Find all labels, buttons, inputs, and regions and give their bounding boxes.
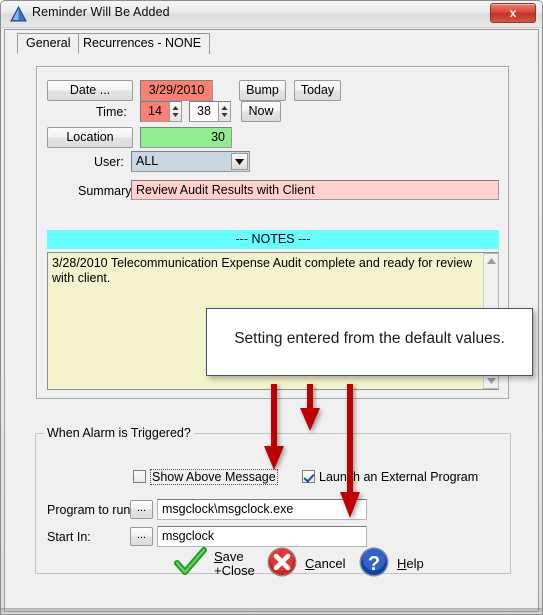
blue-question-circle-icon: ? <box>358 546 390 583</box>
red-x-circle-icon <box>266 546 298 583</box>
page-bottom-shadow <box>1 608 542 614</box>
summary-field[interactable]: Review Audit Results with Client <box>131 180 499 200</box>
user-dropdown-value: ALL <box>136 154 159 168</box>
user-label: User: <box>94 155 124 169</box>
cancel-rest: ancel <box>314 556 346 571</box>
program-to-run-label: Program to run: <box>47 503 134 517</box>
title-bar: Reminder Will Be Added x <box>1 1 542 28</box>
save-rest: ave <box>222 549 244 564</box>
save-close-button[interactable]: Save +Close <box>174 542 255 586</box>
annotation-callout: Setting entered from the default values. <box>206 308 533 376</box>
minute-spinner[interactable] <box>218 102 230 121</box>
reminder-dialog-window: Reminder Will Be Added x General Recurre… <box>0 0 543 615</box>
bump-button[interactable]: Bump <box>239 80 286 101</box>
cancel-label: Cancel <box>305 557 345 571</box>
annotation-arrow-left <box>263 384 285 471</box>
show-above-message-checkbox[interactable] <box>133 470 146 483</box>
user-dropdown[interactable]: ALL <box>131 151 250 172</box>
close-icon[interactable]: x <box>490 3 536 23</box>
launch-external-checkbox[interactable] <box>302 470 315 483</box>
scroll-down-icon[interactable] <box>484 374 498 388</box>
help-label: Help <box>397 557 424 571</box>
location-field[interactable]: 30 <box>140 127 232 148</box>
tab-general[interactable]: General <box>17 33 80 54</box>
summary-label: Summary: <box>78 184 135 198</box>
minute-value: 38 <box>197 104 211 118</box>
date-field[interactable]: 3/29/2010 <box>140 80 213 101</box>
launch-external-checkbox-row[interactable]: Launch an External Program <box>302 470 478 484</box>
hour-value: 14 <box>148 104 162 118</box>
program-browse-button[interactable]: ... <box>130 500 153 519</box>
green-check-icon <box>174 546 207 582</box>
notes-header: --- NOTES --- <box>47 230 499 249</box>
notes-text: 3/28/2010 Telecommunication Expense Audi… <box>52 256 473 285</box>
chevron-down-icon[interactable] <box>231 153 248 170</box>
alarm-trigger-title: When Alarm is Triggered? <box>44 426 194 440</box>
help-rest: elp <box>406 556 424 571</box>
dialog-button-bar: Save +Close Cancel ? Help <box>6 542 537 592</box>
minute-field[interactable]: 38 <box>189 101 231 122</box>
annotation-arrow-right <box>339 384 361 519</box>
location-button[interactable]: Location <box>47 127 133 148</box>
tab-recurrences[interactable]: Recurrences - NONE <box>74 33 211 54</box>
cancel-accel: C <box>305 556 315 571</box>
date-button[interactable]: Date ... <box>47 80 133 101</box>
save-close-label: Save +Close <box>214 550 255 578</box>
annotation-arrow-middle <box>299 384 321 432</box>
help-button[interactable]: ? Help <box>358 542 424 586</box>
today-button[interactable]: Today <box>294 80 341 101</box>
hour-spinner[interactable] <box>169 102 181 121</box>
program-to-run-input[interactable]: msgclock\msgclock.exe <box>157 499 367 520</box>
now-button[interactable]: Now <box>241 101 281 122</box>
cancel-button[interactable]: Cancel <box>266 542 345 586</box>
tab-strip: General Recurrences - NONE <box>17 33 529 55</box>
time-label: Time: <box>96 105 127 119</box>
blue-triangle-icon <box>10 5 27 22</box>
annotation-callout-text: Setting entered from the default values. <box>234 330 505 347</box>
save-line2: +Close <box>214 563 255 578</box>
help-accel: H <box>397 556 407 571</box>
save-accel: S <box>214 549 223 564</box>
show-above-message-label: Show Above Message <box>150 469 278 485</box>
window-title: Reminder Will Be Added <box>32 5 170 19</box>
show-above-message-checkbox-row[interactable]: Show Above Message <box>133 469 278 485</box>
svg-text:?: ? <box>368 553 380 575</box>
hour-field[interactable]: 14 <box>140 101 182 122</box>
scroll-up-icon[interactable] <box>484 254 498 268</box>
